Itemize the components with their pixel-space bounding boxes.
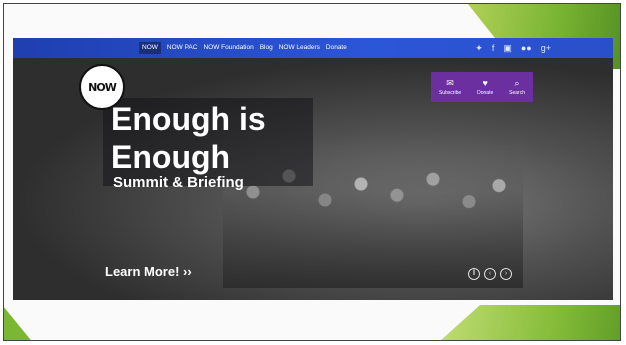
nav-link-now-foundation[interactable]: NOW Foundation	[203, 42, 253, 54]
twitter-icon[interactable]: ✦	[475, 41, 483, 55]
nav-link-now-pac[interactable]: NOW PAC	[167, 42, 198, 54]
nav-link-blog[interactable]: Blog	[260, 42, 273, 54]
slider-controls: ‖ ‹ ›	[468, 268, 512, 280]
nav-link-now[interactable]: NOW	[139, 42, 161, 54]
nav-link-donate[interactable]: Donate	[326, 42, 347, 54]
search-label: Search	[509, 90, 525, 96]
donate-button[interactable]: ♥ Donate	[477, 78, 493, 96]
hero-banner: NOW Enough is Enough Summit & Briefing L…	[13, 58, 613, 300]
next-icon[interactable]: ›	[500, 268, 512, 280]
decorative-shape-bottom-left	[4, 295, 39, 340]
website-screenshot: NOW NOW PAC NOW Foundation Blog NOW Lead…	[13, 38, 613, 300]
instagram-icon[interactable]: ▣	[503, 41, 512, 55]
subscribe-label: Subscribe	[438, 90, 462, 96]
search-button[interactable]: ⌕ Search	[509, 78, 525, 96]
mail-icon: ✉	[446, 78, 454, 88]
hero-headline: Enough is Enough	[111, 100, 266, 176]
heart-icon: ♥	[482, 78, 488, 88]
facebook-icon[interactable]: f	[492, 41, 495, 55]
flickr-icon[interactable]: ●●	[521, 41, 532, 55]
logo-text: NOW	[88, 80, 117, 94]
subscribe-button[interactable]: ✉ Subscribe	[439, 78, 461, 96]
social-links: ✦ f ▣ ●● g+	[475, 41, 551, 55]
prev-icon[interactable]: ‹	[484, 268, 496, 280]
decorative-shape-bottom-right	[430, 305, 620, 340]
action-panel: ✉ Subscribe ♥ Donate ⌕ Search	[431, 72, 533, 102]
learn-more-link[interactable]: Learn More! ››	[105, 264, 192, 279]
headline-line-1: Enough is	[111, 101, 266, 137]
top-navigation-bar: NOW NOW PAC NOW Foundation Blog NOW Lead…	[13, 38, 613, 58]
search-icon: ⌕	[514, 78, 520, 88]
nav-links: NOW NOW PAC NOW Foundation Blog NOW Lead…	[139, 42, 347, 54]
google-plus-icon[interactable]: g+	[541, 41, 551, 55]
donate-label: Donate	[477, 90, 494, 96]
headline-line-2: Enough	[111, 139, 231, 175]
hero-subheadline: Summit & Briefing	[113, 174, 244, 191]
pause-icon[interactable]: ‖	[468, 268, 480, 280]
nav-link-now-leaders[interactable]: NOW Leaders	[279, 42, 320, 54]
